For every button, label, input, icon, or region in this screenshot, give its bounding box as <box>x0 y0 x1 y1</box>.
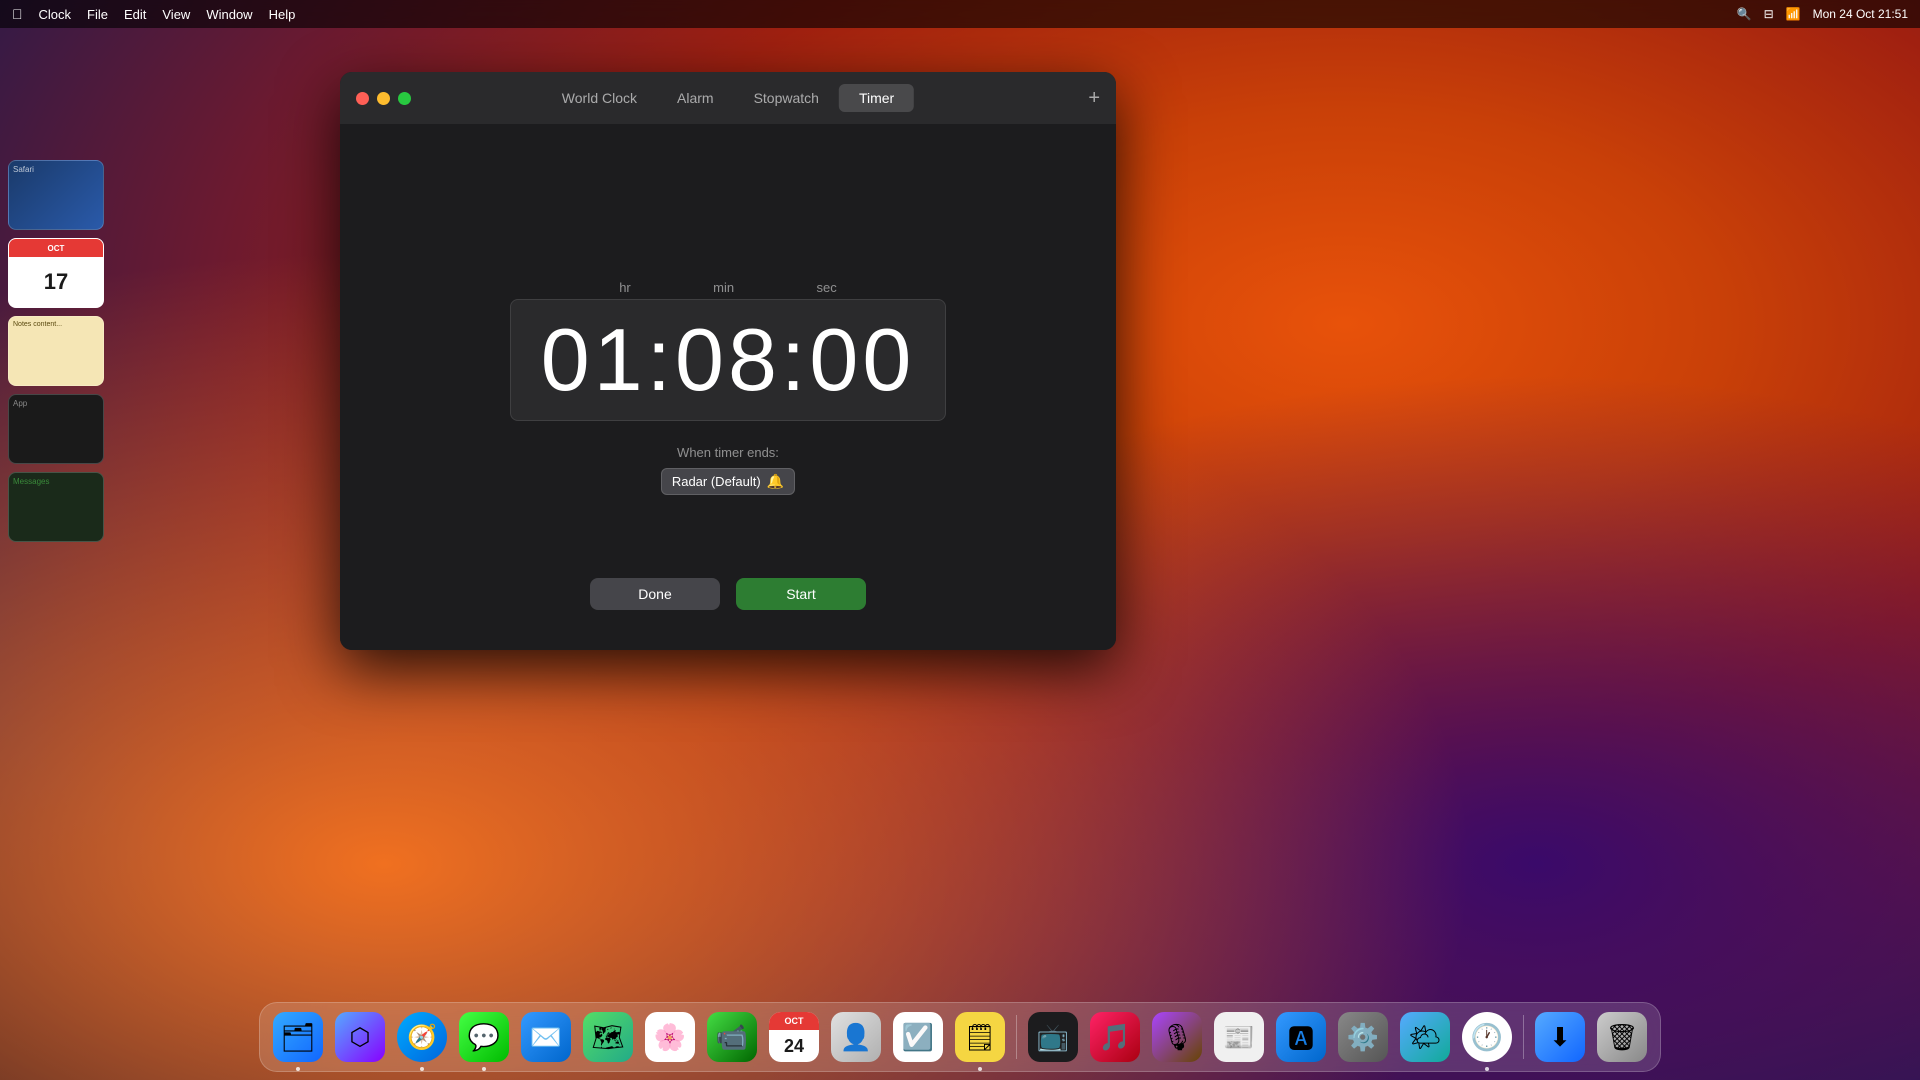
dock-item-messages[interactable]: 💬 <box>456 1009 512 1065</box>
seconds-label: sec <box>817 280 837 295</box>
menubar-window[interactable]: Window <box>206 7 252 22</box>
datetime-display[interactable]: Mon 24 Oct 21:51 <box>1813 7 1908 21</box>
title-bar: World Clock Alarm Stopwatch Timer + <box>340 72 1116 124</box>
dock: 🗂 ⬡ 🧭 💬 ✉️ 🗺 🌸 📹 OCT 24 👤 ☑️ <box>259 1002 1661 1072</box>
dock-separator <box>1016 1015 1017 1059</box>
minutes-label: min <box>713 280 734 295</box>
dock-item-weather[interactable]: 🌤 <box>1397 1009 1453 1065</box>
menubar-file[interactable]: File <box>87 7 108 22</box>
menubar-right: 🔍 ⊟ 📶 Mon 24 Oct 21:51 <box>1737 7 1908 21</box>
tab-world-clock[interactable]: World Clock <box>542 84 657 112</box>
wifi-icon[interactable]: 📶 <box>1786 7 1801 21</box>
close-button[interactable] <box>356 92 369 105</box>
thumbnail-message[interactable]: Messages <box>8 472 104 542</box>
add-button[interactable]: + <box>1088 88 1100 108</box>
tab-alarm[interactable]: Alarm <box>657 84 734 112</box>
dock-item-notes[interactable]: 🗒 <box>952 1009 1008 1065</box>
dock-item-finder[interactable]: 🗂 <box>270 1009 326 1065</box>
timer-ends-label: When timer ends: <box>677 445 779 460</box>
timer-ends-section: When timer ends: Radar (Default) 🔔 <box>661 445 795 495</box>
menubar-edit[interactable]: Edit <box>124 7 146 22</box>
menubar-view[interactable]: View <box>162 7 190 22</box>
dock-item-mail[interactable]: ✉️ <box>518 1009 574 1065</box>
dock-separator-2 <box>1523 1015 1524 1059</box>
dock-item-airdrop[interactable]: ⬇ <box>1532 1009 1588 1065</box>
thumbnail-notes[interactable]: Notes content... <box>8 316 104 386</box>
timer-display[interactable]: 01:08:00 <box>510 299 947 421</box>
dock-item-appstore[interactable]: 🅰 <box>1273 1009 1329 1065</box>
apple-menu[interactable]:  <box>12 6 23 22</box>
done-button[interactable]: Done <box>590 578 720 610</box>
search-icon[interactable]: 🔍 <box>1737 7 1752 21</box>
timer-value[interactable]: 01:08:00 <box>541 316 916 404</box>
hours-label: hr <box>619 280 631 295</box>
dock-item-clock[interactable]: 🕐 <box>1459 1009 1515 1065</box>
dock-item-reminders[interactable]: ☑️ <box>890 1009 946 1065</box>
start-button[interactable]: Start <box>736 578 866 610</box>
dock-item-photos[interactable]: 🌸 <box>642 1009 698 1065</box>
dock-item-podcasts[interactable]: 🎙 <box>1149 1009 1205 1065</box>
sound-emoji: 🔔 <box>767 473 784 490</box>
menubar-help[interactable]: Help <box>269 7 296 22</box>
timer-section: hr min sec 01:08:00 When timer ends: Rad… <box>510 280 947 495</box>
menubar-left:  Clock File Edit View Window Help <box>12 6 295 22</box>
minimize-button[interactable] <box>377 92 390 105</box>
tab-bar: World Clock Alarm Stopwatch Timer <box>542 84 914 112</box>
dock-item-music[interactable]: 🎵 <box>1087 1009 1143 1065</box>
window-controls <box>356 92 411 105</box>
control-center-icon[interactable]: ⊟ <box>1764 7 1774 21</box>
menubar-app-name[interactable]: Clock <box>39 7 72 22</box>
dock-item-safari[interactable]: 🧭 <box>394 1009 450 1065</box>
tab-stopwatch[interactable]: Stopwatch <box>734 84 839 112</box>
menubar:  Clock File Edit View Window Help 🔍 ⊟ 📶… <box>0 0 1920 28</box>
thumbnail-calendar[interactable]: OCT 17 <box>8 238 104 308</box>
window-content: hr min sec 01:08:00 When timer ends: Rad… <box>340 124 1116 650</box>
clock-window: World Clock Alarm Stopwatch Timer + hr m… <box>340 72 1116 650</box>
dock-item-maps[interactable]: 🗺 <box>580 1009 636 1065</box>
button-row: Done Start <box>590 578 866 610</box>
dock-item-calendar[interactable]: OCT 24 <box>766 1009 822 1065</box>
thumbnail-dark[interactable]: App <box>8 394 104 464</box>
dock-item-news[interactable]: 📰 <box>1211 1009 1267 1065</box>
sound-selector[interactable]: Radar (Default) 🔔 <box>661 468 795 495</box>
sound-name: Radar (Default) <box>672 474 761 489</box>
thumbnail-safari[interactable]: Safari <box>8 160 104 230</box>
dock-item-appletv[interactable]: 📺 <box>1025 1009 1081 1065</box>
tab-timer[interactable]: Timer <box>839 84 914 112</box>
timer-labels: hr min sec <box>568 280 888 295</box>
dock-item-settings[interactable]: ⚙️ <box>1335 1009 1391 1065</box>
dock-item-contacts[interactable]: 👤 <box>828 1009 884 1065</box>
dock-item-launchpad[interactable]: ⬡ <box>332 1009 388 1065</box>
maximize-button[interactable] <box>398 92 411 105</box>
app-thumbnails: Safari OCT 17 Notes content... App Messa… <box>8 160 104 542</box>
dock-item-facetime[interactable]: 📹 <box>704 1009 760 1065</box>
dock-item-trash[interactable]: 🗑 <box>1594 1009 1650 1065</box>
